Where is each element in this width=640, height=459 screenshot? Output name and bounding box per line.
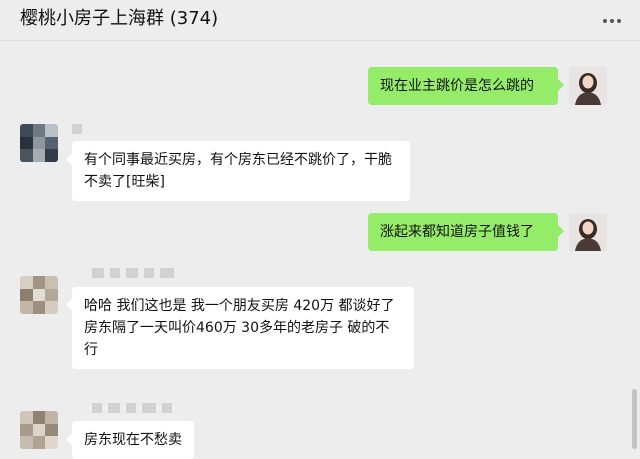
scrollbar[interactable] [632,389,637,449]
chat-header: 樱桃小房子上海群 (374) [0,0,640,41]
message-bubble-other[interactable]: 哈哈 我们这也是 我一个朋友买房 420万 都谈好了 房东隔了一天叫价460万 … [66,287,414,369]
more-dots-icon[interactable] [598,10,626,32]
member-avatar[interactable] [20,276,58,314]
group-title: 樱桃小房子上海群 (374) [20,8,219,29]
message-text: 涨起来都知道房子值钱了 [380,224,534,240]
message-text: 哈哈 我们这也是 我一个朋友买房 420万 都谈好了 房东隔了一天叫价460万 … [84,298,395,358]
message-text: 现在业主跳价是怎么跳的 [380,78,534,94]
member-avatar[interactable] [20,124,58,162]
message-list[interactable]: 现在业主跳价是怎么跳的 有个同事最近买房，有个房东已经不跳价了，干脆不卖了[旺柴… [0,41,640,459]
member-avatar[interactable] [20,411,58,449]
sender-name-blurred [92,268,174,278]
sender-name-blurred [92,403,172,413]
message-text: 房东现在不愁卖 [84,432,182,448]
self-avatar[interactable] [569,67,607,105]
sender-name-blurred [72,124,82,134]
message-text: 有个同事最近买房，有个房东已经不跳价了，干脆不卖了[旺柴] [84,152,392,190]
message-bubble-self[interactable]: 现在业主跳价是怎么跳的 [368,67,564,105]
message-bubble-other[interactable]: 房东现在不愁卖 [66,421,194,459]
message-bubble-other[interactable]: 有个同事最近买房，有个房东已经不跳价了，干脆不卖了[旺柴] [66,141,410,201]
self-avatar[interactable] [569,213,607,251]
message-bubble-self[interactable]: 涨起来都知道房子值钱了 [368,213,564,251]
